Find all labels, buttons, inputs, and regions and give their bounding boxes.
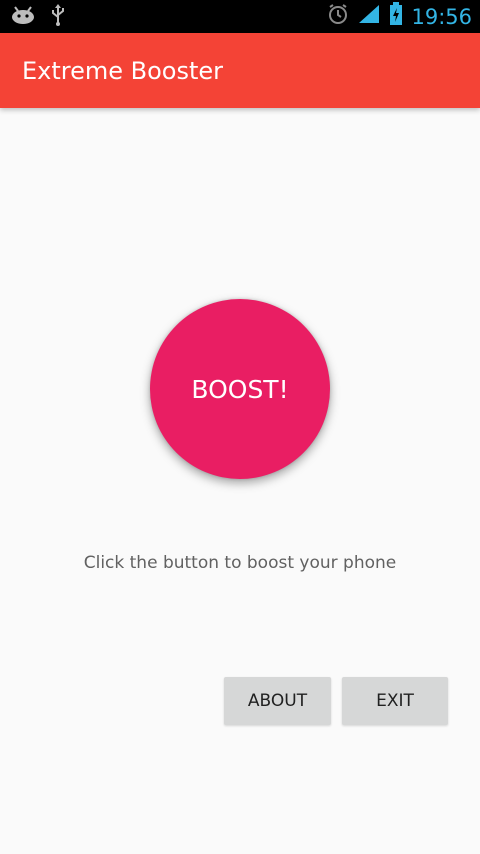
app-bar: Extreme Booster [0, 33, 480, 108]
status-right-icons: 19:56 [327, 0, 472, 33]
status-time: 19:56 [411, 4, 472, 29]
status-bar: 19:56 [0, 0, 480, 33]
boost-button-label: BOOST! [191, 374, 289, 404]
battery-charging-icon [389, 2, 403, 31]
status-left-icons [10, 3, 66, 31]
boost-button[interactable]: BOOST! [150, 299, 330, 479]
exit-button-label: EXIT [376, 691, 414, 711]
usb-icon [50, 3, 66, 31]
android-debug-icon [10, 5, 36, 30]
alarm-icon [327, 3, 349, 30]
hint-text: Click the button to boost your phone [83, 553, 397, 573]
about-button-label: ABOUT [247, 691, 308, 711]
about-button[interactable]: ABOUT [224, 677, 331, 725]
signal-icon [357, 3, 381, 30]
exit-button[interactable]: EXIT [342, 677, 448, 725]
app-title: Extreme Booster [22, 57, 224, 85]
